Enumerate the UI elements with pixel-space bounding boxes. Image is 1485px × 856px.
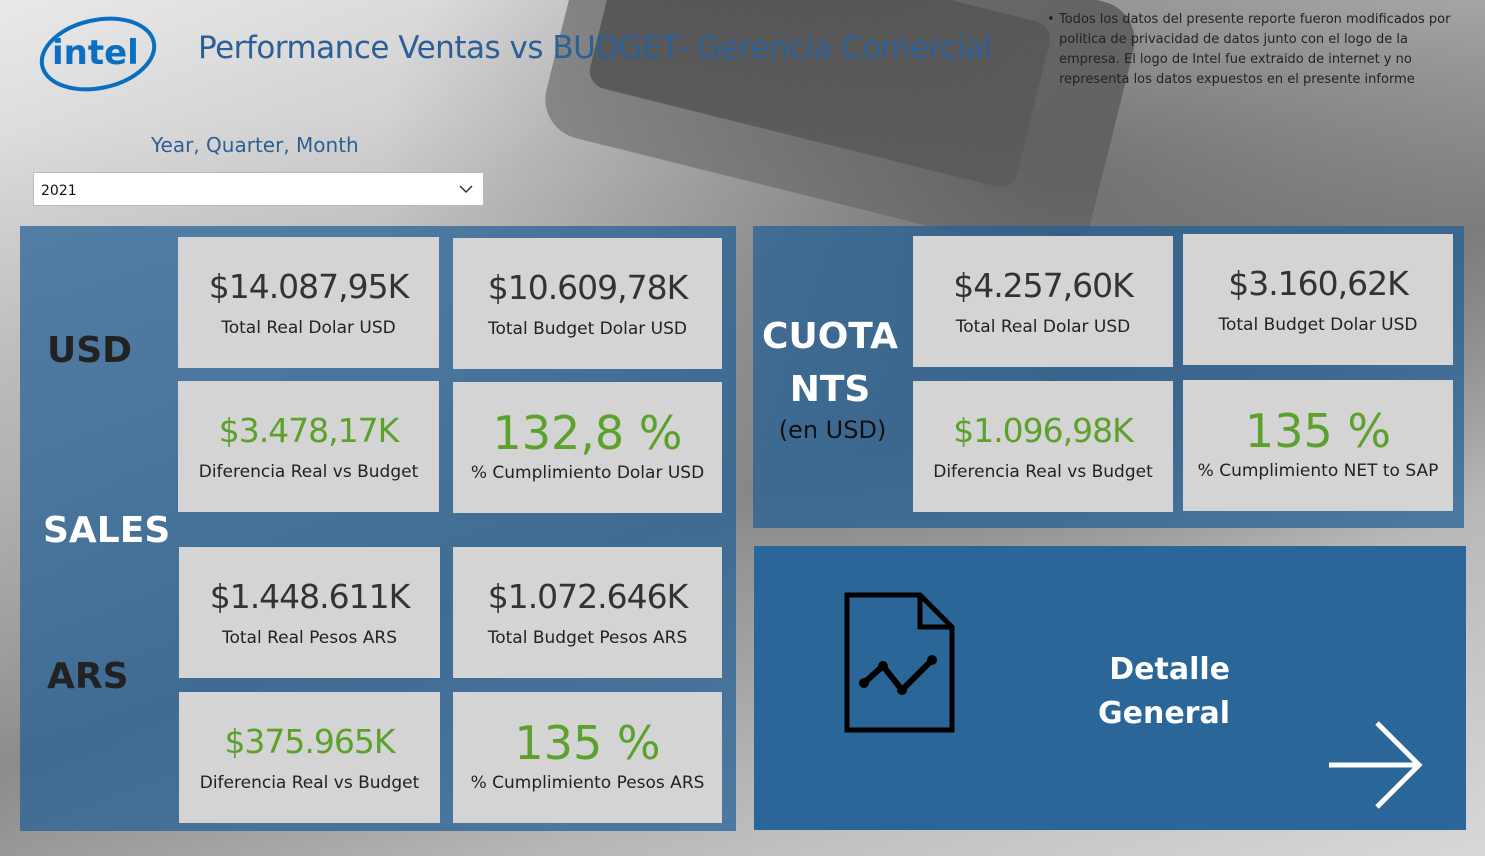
kpi-label: % Cumplimiento Dolar USD [470, 463, 705, 483]
document-chart-icon [844, 592, 955, 733]
kpi-label: Diferencia Real vs Budget [198, 462, 419, 482]
kpi-card-diferencia-ars[interactable]: $375.965K Diferencia Real vs Budget [179, 692, 440, 823]
kpi-value: 132,8 % [492, 406, 683, 460]
year-quarter-month-dropdown[interactable]: 2021 [33, 172, 484, 206]
kpi-value: $1.072.646K [487, 577, 689, 616]
ars-section-label: ARS [47, 656, 129, 697]
kpi-label: Total Budget Dolar USD [1218, 315, 1418, 335]
kpi-card-cuota-diferencia[interactable]: $1.096,98K Diferencia Real vs Budget [913, 381, 1173, 512]
kpi-card-diferencia-usd[interactable]: $3.478,17K Diferencia Real vs Budget [178, 381, 439, 512]
kpi-card-total-real-ars[interactable]: $1.448.611K Total Real Pesos ARS [179, 547, 440, 678]
kpi-card-cuota-total-budget-usd[interactable]: $3.160,62K Total Budget Dolar USD [1183, 234, 1453, 365]
intel-logo: intel [39, 16, 157, 92]
detalle-line2: General [1098, 696, 1230, 731]
kpi-card-total-real-usd[interactable]: $14.087,95K Total Real Dolar USD [178, 237, 439, 368]
cuota-nts-label: CUOTA NTS [755, 310, 905, 416]
kpi-value: $1.448.611K [209, 577, 411, 616]
cuota-currency-label: (en USD) [778, 416, 887, 444]
arrow-right-icon[interactable] [1325, 715, 1425, 815]
kpi-label: Diferencia Real vs Budget [933, 462, 1153, 482]
detalle-general-label[interactable]: Detalle General [1060, 648, 1230, 736]
kpi-card-total-budget-ars[interactable]: $1.072.646K Total Budget Pesos ARS [453, 547, 722, 678]
sales-section-label: SALES [43, 510, 171, 551]
disclaimer-note: Todos los datos del presente reporte fue… [1046, 10, 1466, 90]
cuota-label-line1: CUOTA [762, 316, 898, 357]
kpi-value: $4.257,60K [953, 266, 1134, 305]
kpi-label: Total Real Pesos ARS [221, 628, 397, 648]
filter-label: Year, Quarter, Month [151, 133, 359, 157]
kpi-value: 135 % [514, 716, 661, 770]
kpi-card-cuota-total-real-usd[interactable]: $4.257,60K Total Real Dolar USD [913, 236, 1173, 367]
kpi-label: Total Budget Pesos ARS [487, 628, 688, 648]
cuota-label-line2: NTS [789, 369, 871, 410]
kpi-value: $3.160,62K [1228, 264, 1409, 303]
kpi-value: $14.087,95K [208, 267, 410, 306]
kpi-value: $375.965K [224, 722, 395, 761]
kpi-card-cumplimiento-ars[interactable]: 135 % % Cumplimiento Pesos ARS [453, 692, 722, 823]
usd-section-label: USD [47, 330, 133, 371]
kpi-value: $3.478,17K [218, 411, 400, 450]
kpi-value: 135 % [1244, 404, 1392, 458]
kpi-label: % Cumplimiento Pesos ARS [470, 773, 705, 793]
kpi-label: Total Real Dolar USD [955, 317, 1131, 337]
kpi-label: Total Real Dolar USD [221, 318, 396, 338]
kpi-label: % Cumplimiento NET to SAP [1197, 461, 1439, 481]
detalle-line1: Detalle [1109, 652, 1230, 687]
kpi-card-cumplimiento-usd[interactable]: 132,8 % % Cumplimiento Dolar USD [453, 382, 722, 513]
kpi-value: $1.096,98K [953, 411, 1134, 450]
chevron-down-icon[interactable] [458, 181, 474, 197]
kpi-value: $10.609,78K [487, 268, 689, 307]
kpi-label: Total Budget Dolar USD [487, 319, 687, 339]
kpi-label: Diferencia Real vs Budget [199, 773, 420, 793]
kpi-card-cuota-cumplimiento[interactable]: 135 % % Cumplimiento NET to SAP [1183, 380, 1453, 511]
logo-text: intel [52, 33, 139, 73]
dropdown-selected-value: 2021 [41, 183, 77, 199]
page-title: Performance Ventas vs BUDGET- Gerencia C… [198, 30, 992, 66]
kpi-card-total-budget-usd[interactable]: $10.609,78K Total Budget Dolar USD [453, 238, 722, 369]
